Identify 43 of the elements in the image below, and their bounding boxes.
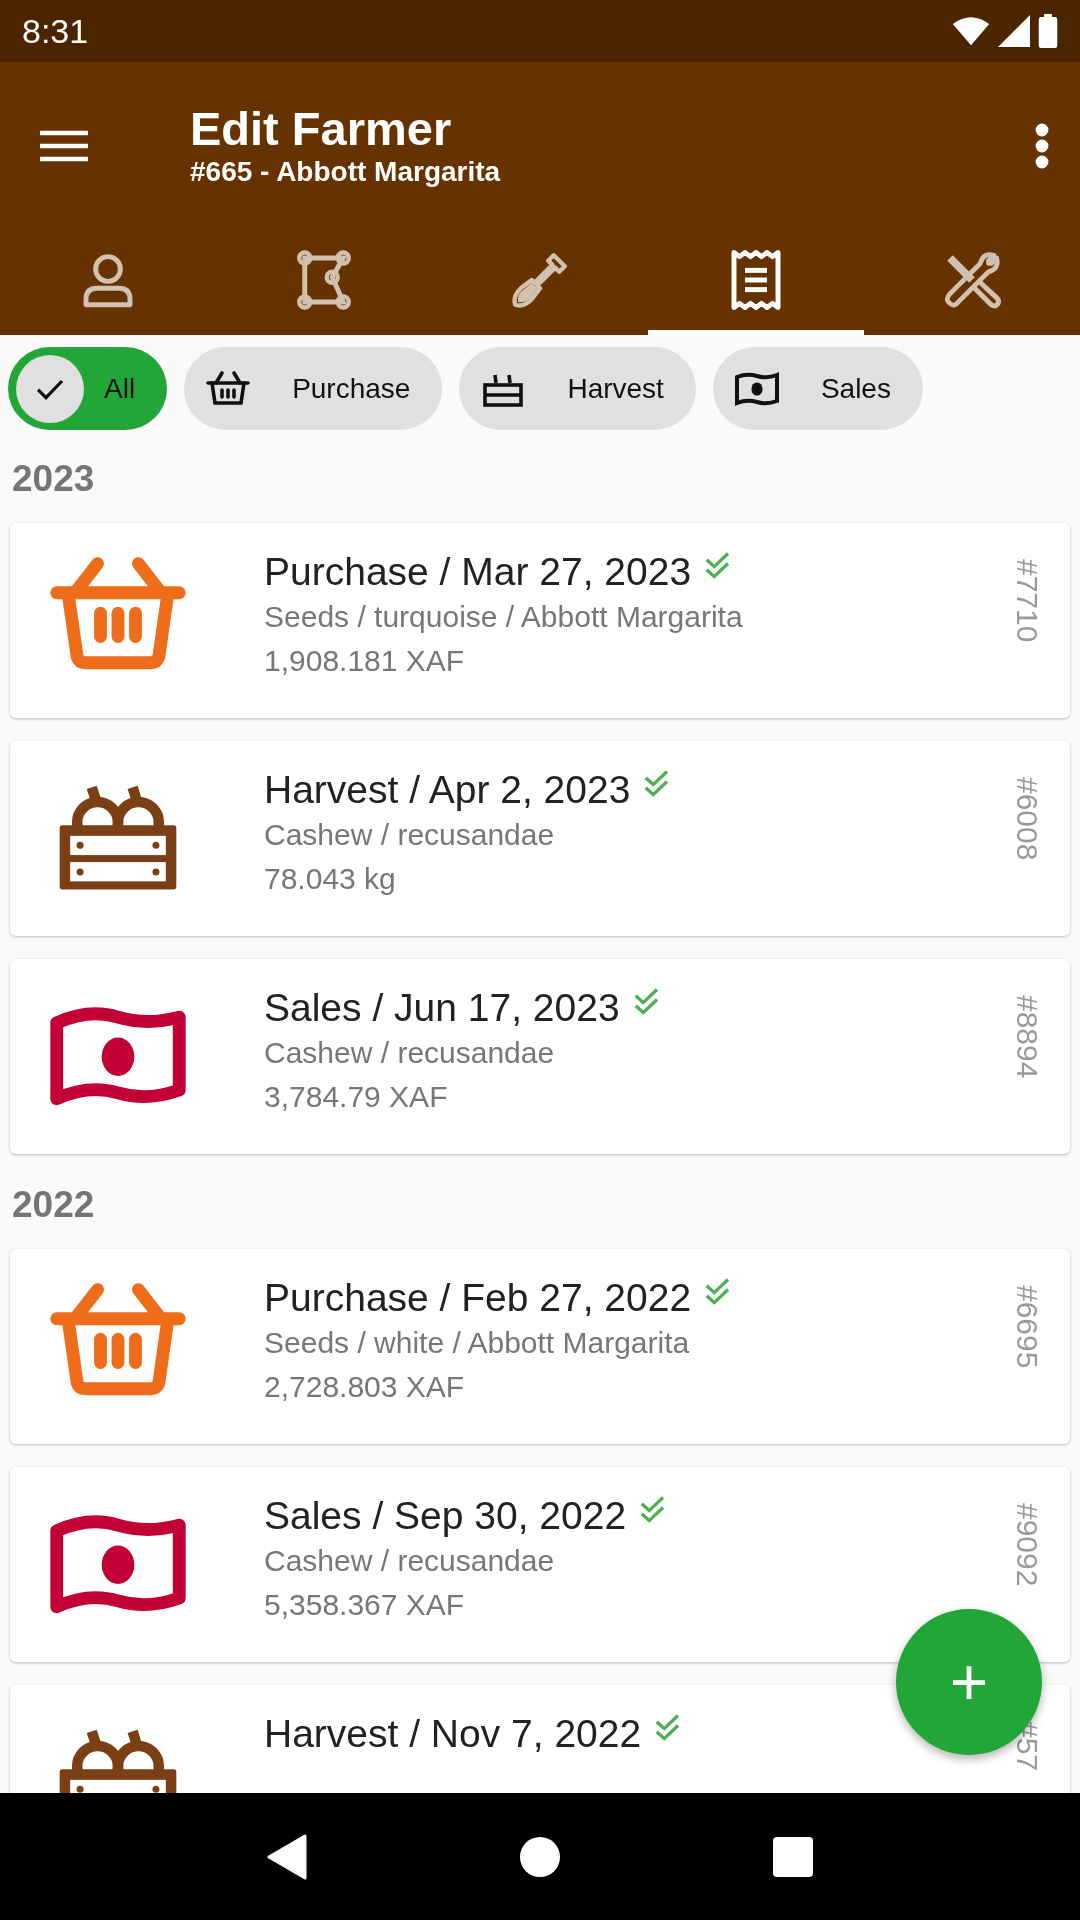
record-card[interactable]: Sales / Sep 30, 2022 Cashew / recusandae 5,358.367 XAF #9092 <box>10 1467 1070 1662</box>
filter-chip[interactable]: Sales <box>712 347 923 430</box>
record-amount: 3,784.79 XAF <box>264 1080 448 1113</box>
record-card[interactable]: Harvest / Apr 2, 2023 Cashew / recusandae 78.043 kg #6008 <box>10 741 1070 936</box>
record-amount: 2,728.803 XAF <box>264 1370 465 1403</box>
record-title: Harvest / Apr 2, 2023 <box>264 768 631 811</box>
status-time: 8:31 <box>22 10 89 52</box>
year-heading: 2023 <box>12 458 95 499</box>
filter-chip[interactable]: Harvest <box>459 347 696 430</box>
record-details: Cashew / recusandae <box>264 1544 555 1577</box>
record-card[interactable]: Purchase / Feb 27, 2022 Seeds / white / Abbott Margarita 2,728.803 XAF #6695 <box>10 1249 1070 1444</box>
record-number: #7710 <box>1010 559 1045 643</box>
record-details: Seeds / turquoise / Abbott Margarita <box>264 600 743 633</box>
record-amount: 1,908.181 XAF <box>264 644 465 677</box>
record-details: Seeds / white / Abbott Margarita <box>264 1326 690 1359</box>
screen-subtitle: #665 - Abbott Margarita <box>190 155 502 189</box>
record-number: #8894 <box>1010 995 1045 1079</box>
menu-icon[interactable] <box>40 129 88 163</box>
record-number: #6695 <box>1010 1285 1045 1369</box>
record-title: Purchase / Mar 27, 2023 <box>264 550 692 593</box>
record-number: #9092 <box>1010 1503 1045 1587</box>
record-title: Sales / Jun 17, 2023 <box>264 986 620 1029</box>
record-title: Harvest / Nov 7, 2022 <box>264 1712 642 1755</box>
record-amount: 5,358.367 XAF <box>264 1588 465 1621</box>
record-title: Sales / Sep 30, 2022 <box>264 1494 627 1537</box>
filter-chip[interactable]: All <box>8 347 168 430</box>
record-card[interactable]: Sales / Jun 17, 2023 Cashew / recusandae 3,784.79 XAF #8894 <box>10 959 1070 1154</box>
record-number: #6008 <box>1010 777 1045 861</box>
more-options-icon[interactable] <box>1034 123 1050 169</box>
record-details: Cashew / recusandae <box>264 818 555 851</box>
battery-icon <box>1038 14 1058 48</box>
record-card[interactable]: Purchase / Mar 27, 2023 Seeds / turquoise / Abbott Margarita 1,908.181 XAF #7710 <box>10 523 1070 718</box>
back-icon[interactable] <box>266 1833 307 1880</box>
record-details: Cashew / recusandae <box>264 1036 555 1069</box>
record-amount: 78.043 kg <box>264 862 396 895</box>
recents-icon[interactable] <box>773 1836 814 1877</box>
year-heading: 2022 <box>12 1184 95 1225</box>
record-title: Purchase / Feb 27, 2022 <box>264 1276 692 1319</box>
filter-chip[interactable]: Purchase <box>184 347 443 430</box>
wifi-icon <box>952 15 990 47</box>
screen-title: Edit Farmer <box>190 103 453 156</box>
home-icon[interactable] <box>520 1836 560 1877</box>
signal-icon <box>998 15 1030 47</box>
